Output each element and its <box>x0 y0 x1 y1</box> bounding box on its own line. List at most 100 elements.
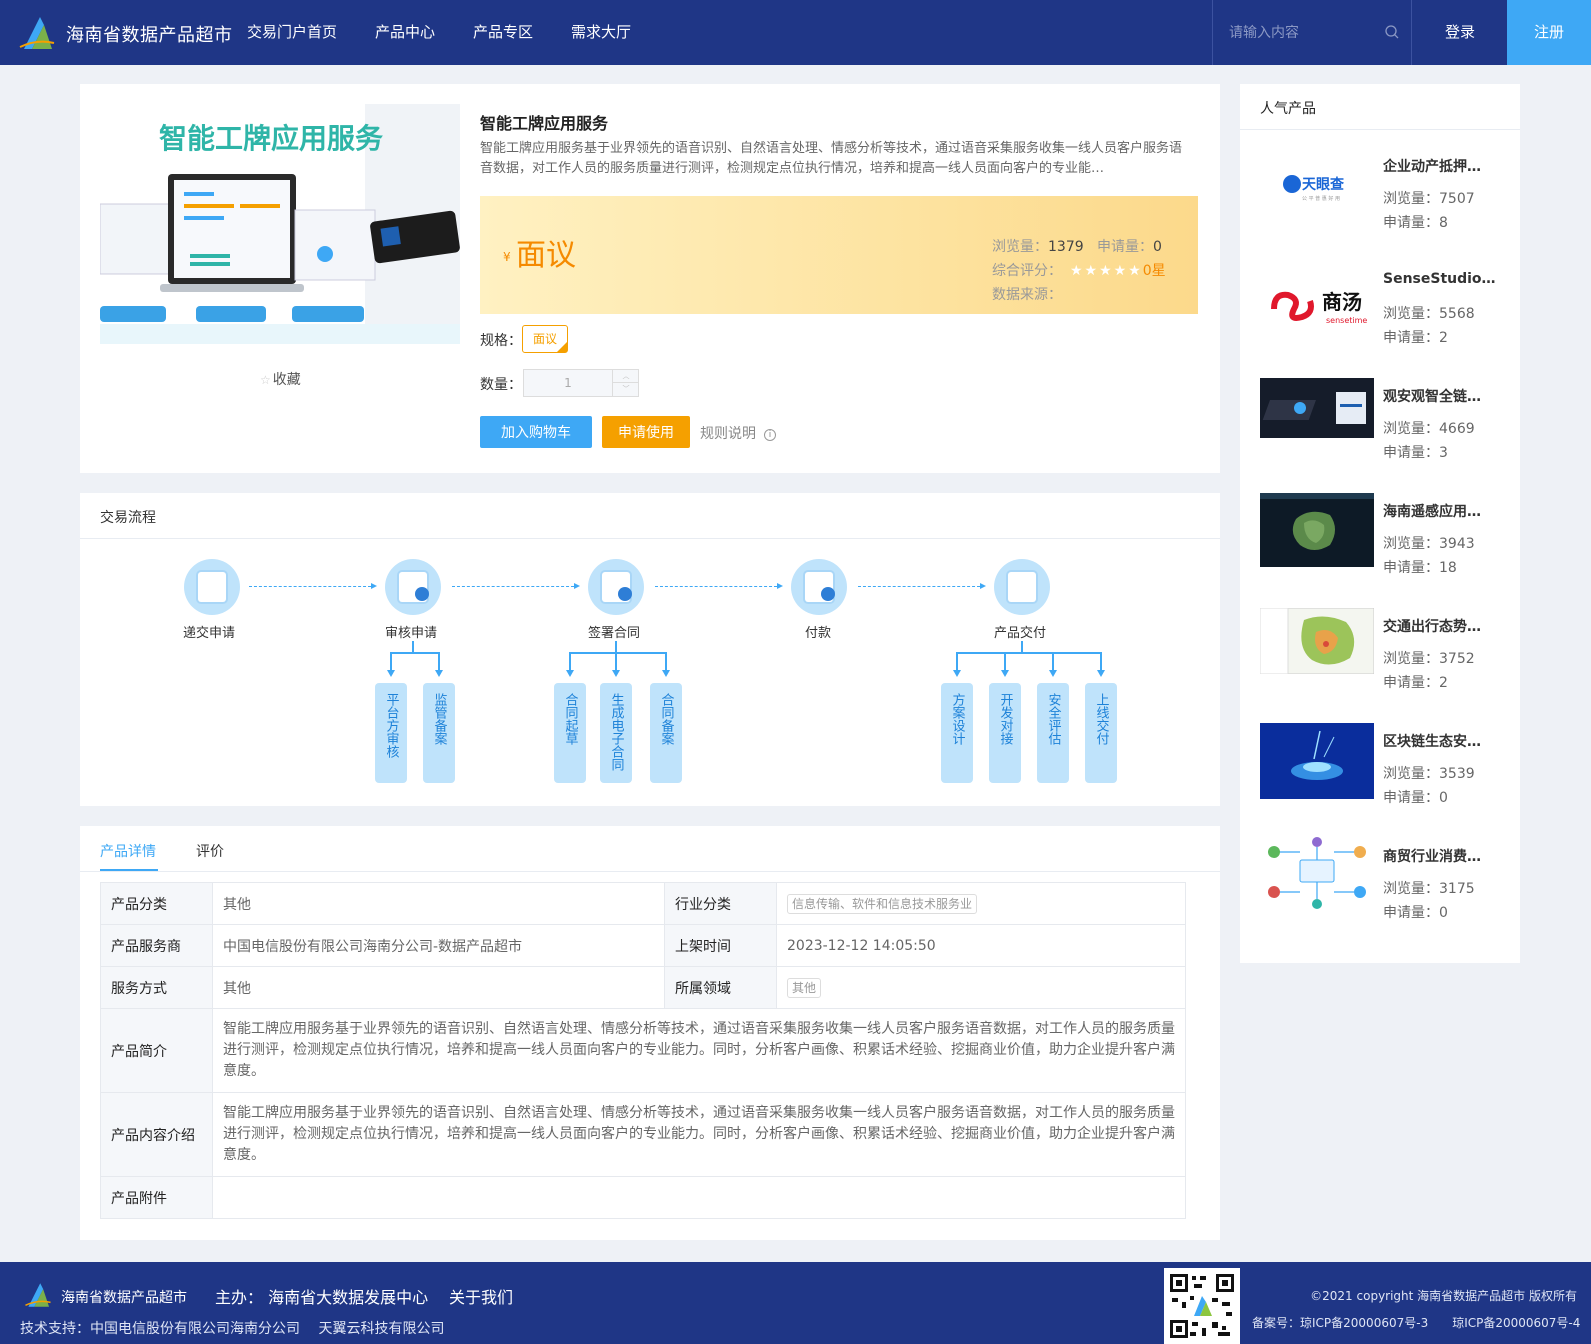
row-value: 智能工牌应用服务基于业界领先的语音识别、自然语言处理、情感分析等技术，通过语音采… <box>212 1092 1186 1177</box>
footer: 海南省数据产品超市 主办： 海南省大数据发展中心 关于我们 技术支持：中国电信股… <box>0 1262 1591 1344</box>
branch-line <box>390 652 440 654</box>
popular-thumb <box>1260 493 1374 567</box>
popular-item[interactable]: 天眼查公 平 普 惠 好 用 企业动产抵押… 浏览量：7507 申请量：8 <box>1260 156 1500 238</box>
register-button[interactable]: 注册 <box>1507 0 1591 65</box>
branch-arrow <box>387 670 395 677</box>
popular-item[interactable]: 区块链生态安… 浏览量：3539 申请量：0 <box>1260 723 1500 813</box>
chevron-down-icon[interactable]: ﹀ <box>612 383 639 396</box>
submit-step-icon <box>184 559 240 615</box>
rules-link[interactable]: 规则说明 i <box>700 423 776 443</box>
branch-arrow <box>1049 670 1057 677</box>
popular-name: 区块链生态安… <box>1383 734 1481 750</box>
row-value: 其他 <box>212 882 665 925</box>
site-title[interactable]: 海南省数据产品超市 <box>66 21 233 47</box>
popular-applies: 0 <box>1439 790 1448 806</box>
popular-item[interactable]: 交通出行态势… 浏览量：3752 申请量：2 <box>1260 608 1500 698</box>
popular-name: SenseStudio… <box>1383 271 1496 287</box>
row-label: 产品服务商 <box>100 924 213 967</box>
price-panel: ¥ 面议 浏览量：1379 申请量：0 综合评分： ★★★★★0星 数据来源： <box>480 196 1198 314</box>
chevron-up-icon[interactable]: ︿ <box>612 370 639 383</box>
footer-icp[interactable]: 备案号：琼ICP备20000607号-3 琼ICP备20000607号-4 <box>1252 1314 1580 1331</box>
applies-count: 0 <box>1153 239 1162 255</box>
popular-views: 7507 <box>1439 191 1475 207</box>
flow-arrow <box>858 583 986 589</box>
qr-code-icon <box>1164 1268 1240 1344</box>
about-us-link[interactable]: 关于我们 <box>449 1284 513 1308</box>
flow-arrow <box>655 583 783 589</box>
branch-line <box>438 652 440 672</box>
nav-product-zone[interactable]: 产品专区 <box>473 0 533 65</box>
quantity-stepper: ︿ ﹀ <box>523 369 639 397</box>
table-row: 产品内容介绍 智能工牌应用服务基于业界领先的语音识别、自然语言处理、情感分析等技… <box>100 1092 1186 1177</box>
sub-contract-draft: 合同起草 <box>554 683 586 783</box>
tab-divider <box>80 871 1220 872</box>
info-icon: i <box>764 429 776 441</box>
popular-thumb <box>1260 723 1374 799</box>
popular-item[interactable]: 观安观智全链… 浏览量：4669 申请量：3 <box>1260 378 1500 468</box>
industry-tag: 信息传输、软件和信息技术服务业 <box>787 893 978 914</box>
search-input[interactable] <box>1229 22 1379 44</box>
favorite-button[interactable]: ☆ 收藏 <box>260 369 301 389</box>
apply-use-button[interactable]: 申请使用 <box>602 416 690 448</box>
sub-e-contract: 生成电子合同 <box>600 683 632 783</box>
nav-demand-hall[interactable]: 需求大厅 <box>571 0 631 65</box>
footer-support: 技术支持：中国电信股份有限公司海南分公司 天翼云科技有限公司 <box>20 1321 445 1337</box>
popular-applies: 18 <box>1439 560 1457 576</box>
popular-item[interactable]: 商贸行业消费… 浏览量：3175 申请量：0 <box>1260 834 1500 928</box>
rating-text: 0星 <box>1142 263 1166 279</box>
step-submit: 递交申请 <box>183 626 236 641</box>
search-icon[interactable] <box>1385 25 1399 39</box>
add-to-cart-button[interactable]: 加入购物车 <box>480 416 592 448</box>
star-icon: ☆ <box>260 373 271 387</box>
login-button[interactable]: 登录 <box>1413 0 1507 65</box>
popular-item[interactable]: 海南遥感应用… 浏览量：3943 申请量：18 <box>1260 493 1500 583</box>
product-description: 智能工牌应用服务基于业界领先的语音识别、自然语言处理、情感分析等技术，通过语音采… <box>480 141 1183 176</box>
popular-item[interactable]: 商汤 sensetime SenseStudio… 浏览量：5568 申请量：2 <box>1260 271 1500 353</box>
price-value: 面议 <box>516 238 576 273</box>
svg-text:公 平 普 惠 好 用: 公 平 普 惠 好 用 <box>1302 195 1340 202</box>
row-label: 服务方式 <box>100 966 213 1009</box>
popular-thumb: 天眼查公 平 普 惠 好 用 <box>1260 168 1374 208</box>
popular-applies: 8 <box>1439 215 1448 231</box>
product-title: 智能工牌应用服务 <box>480 114 609 133</box>
footer-host: 主办： 海南省大数据发展中心 <box>215 1288 429 1307</box>
step-contract: 签署合同 <box>588 626 641 641</box>
footer-copyright: ©2021 copyright 海南省数据产品超市 版权所有 <box>1310 1289 1577 1303</box>
sub-platform-review: 平台方审核 <box>375 683 407 783</box>
branch-arrow <box>1097 670 1105 677</box>
flow-divider <box>80 538 1220 539</box>
svg-text:sensetime: sensetime <box>1326 316 1367 325</box>
site-logo-icon[interactable] <box>18 13 56 53</box>
branch-line <box>956 652 958 672</box>
branch-line <box>1100 652 1102 672</box>
nav-product-center[interactable]: 产品中心 <box>375 0 435 65</box>
row-value: 其他 <box>212 966 665 1009</box>
popular-views: 3943 <box>1439 536 1475 552</box>
row-label: 所属领域 <box>664 966 777 1009</box>
quantity-input[interactable] <box>524 370 612 396</box>
table-row: 产品分类 其他 行业分类 信息传输、软件和信息技术服务业 <box>100 882 1186 925</box>
branch-line <box>615 652 617 672</box>
nav-home[interactable]: 交易门户首页 <box>247 0 337 65</box>
table-row: 产品附件 <box>100 1176 1186 1219</box>
svg-text:商汤: 商汤 <box>1322 290 1362 314</box>
popular-thumb <box>1260 608 1374 674</box>
branch-line <box>1004 652 1006 672</box>
image-title: 智能工牌应用服务 <box>159 122 383 155</box>
tab-reviews[interactable]: 评价 <box>196 841 224 861</box>
flow-arrow <box>249 583 377 589</box>
payment-step-icon <box>791 559 847 615</box>
flow-title: 交易流程 <box>100 510 156 526</box>
product-detail-card: 产品详情 评价 产品分类 其他 行业分类 信息传输、软件和信息技术服务业 产品服… <box>80 826 1220 1240</box>
spec-option[interactable]: 面议 <box>522 325 568 353</box>
popular-name: 海南遥感应用… <box>1383 504 1481 520</box>
domain-tag: 其他 <box>787 977 822 998</box>
footer-site-name: 海南省数据产品超市 <box>61 1290 187 1306</box>
sub-go-live: 上线交付 <box>1085 683 1117 783</box>
popular-products-card: 人气产品 天眼查公 平 普 惠 好 用 企业动产抵押… 浏览量：7507 申请量… <box>1240 84 1520 963</box>
row-value: 2023-12-12 14:05:50 <box>776 924 1186 967</box>
sub-contract-filing: 合同备案 <box>650 683 682 783</box>
branch-arrow <box>953 670 961 677</box>
popular-applies: 0 <box>1439 905 1448 921</box>
tab-product-detail[interactable]: 产品详情 <box>100 841 156 861</box>
